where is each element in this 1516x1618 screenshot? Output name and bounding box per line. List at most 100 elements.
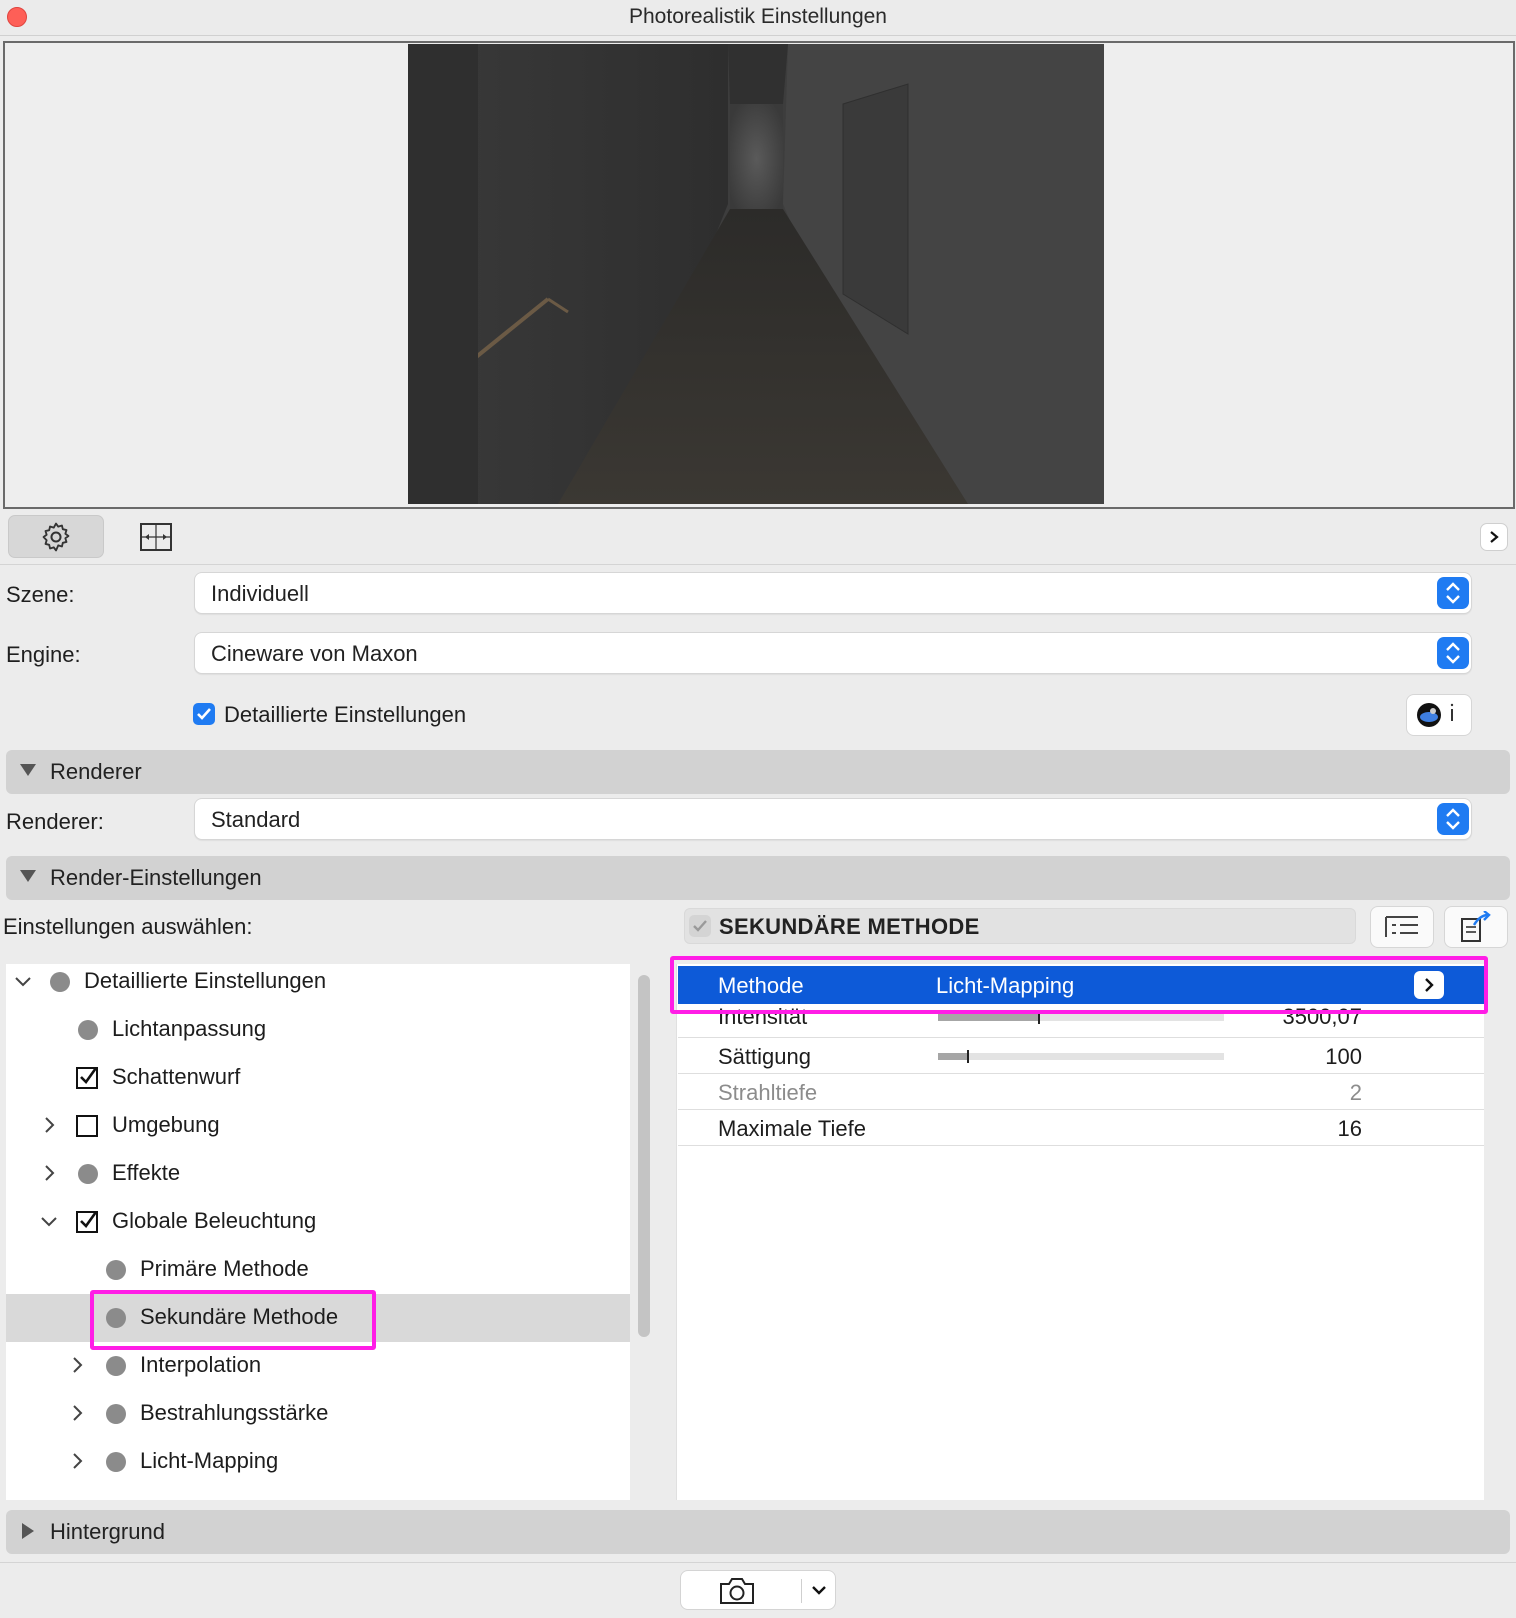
tree-item-label: Interpolation (140, 1352, 262, 1377)
tree-item-label: Schattenwurf (112, 1064, 241, 1089)
tree-item-label: Bestrahlungsstärke (140, 1400, 329, 1425)
chevron-down-icon[interactable] (811, 1585, 827, 1597)
tree-item-label: Umgebung (112, 1112, 220, 1137)
render-settings-section-header[interactable]: Render-Einstellungen (6, 856, 1510, 900)
chevron-right-icon[interactable] (44, 1116, 56, 1134)
renderer-select[interactable]: Standard (194, 798, 1472, 840)
tree-item-detailed-settings[interactable]: Detaillierte Einstellungen (6, 958, 630, 1006)
status-dot (106, 1308, 126, 1328)
param-value: Licht-Mapping (936, 973, 1075, 998)
hallway-render (408, 44, 1104, 504)
tree-item-label: Licht-Mapping (140, 1448, 279, 1473)
tab-settings[interactable] (8, 515, 104, 558)
detailed-settings-label: Detaillierte Einstellungen (224, 702, 467, 727)
chevron-right-icon[interactable] (72, 1404, 84, 1422)
param-value[interactable]: 16 (1338, 1116, 1362, 1142)
chevron-right-icon[interactable] (72, 1356, 84, 1374)
background-section-header[interactable]: Hintergrund (6, 1510, 1510, 1554)
tree-item-secondary-method[interactable]: Sekundäre Methode (6, 1294, 630, 1342)
szene-value: Individuell (211, 581, 309, 606)
expand-panel-button[interactable] (1480, 523, 1508, 551)
tree-item-light-mapping[interactable]: Licht-Mapping (6, 1438, 630, 1486)
tree-item-irradiance[interactable]: Bestrahlungsstärke (6, 1390, 630, 1438)
render-settings-section-title: Render-Einstellungen (50, 865, 262, 890)
window-titlebar: Photorealistik Einstellungen (0, 0, 1516, 36)
render-preview-image (408, 44, 1104, 504)
method-options-button[interactable] (1414, 971, 1444, 999)
tree-item-environment[interactable]: Umgebung (6, 1102, 630, 1150)
chevron-right-icon[interactable] (72, 1452, 84, 1470)
intensity-slider[interactable] (938, 1011, 1224, 1024)
stepper-icon (1437, 577, 1469, 609)
section-enable-checkbox[interactable] (689, 915, 711, 937)
chevron-down-icon[interactable] (14, 976, 32, 988)
chevron-down-icon[interactable] (40, 1216, 58, 1228)
param-name: Intensität (718, 1004, 808, 1029)
status-dot (106, 1260, 126, 1280)
divider (0, 564, 1516, 565)
slider-knob[interactable] (1038, 1011, 1040, 1024)
param-row-intensity[interactable]: Intensität 3500,07 (678, 1002, 1484, 1038)
status-dot (106, 1452, 126, 1472)
slider-knob[interactable] (967, 1050, 969, 1063)
list-view-button[interactable] (1370, 906, 1434, 948)
divider (0, 1562, 1516, 1563)
status-dot (106, 1356, 126, 1376)
status-dot (78, 1164, 98, 1184)
tree-item-label: Primäre Methode (140, 1256, 309, 1281)
tab-size[interactable] (132, 515, 180, 558)
cineware-info-button[interactable] (1406, 694, 1472, 736)
engine-label: Engine: (6, 642, 81, 667)
szene-label: Szene: (6, 582, 75, 607)
export-document-icon (1461, 911, 1491, 942)
disclosure-down-icon (20, 870, 36, 882)
slider-fill (938, 1014, 1038, 1021)
param-name: Methode (718, 973, 804, 998)
shadows-checkbox[interactable] (76, 1067, 98, 1089)
render-button[interactable] (680, 1570, 836, 1610)
param-value[interactable]: 2 (1350, 1080, 1362, 1106)
camera-icon (720, 1578, 754, 1604)
tree-item-label: Globale Beleuchtung (112, 1208, 317, 1233)
tree-scrollbar[interactable] (638, 975, 650, 1337)
tree-item-shadows[interactable]: Schattenwurf (6, 1054, 630, 1102)
tree-item-global-illumination[interactable]: Globale Beleuchtung (6, 1198, 630, 1246)
param-row-ray-depth[interactable]: Strahltiefe 2 (678, 1074, 1484, 1110)
select-settings-label: Einstellungen auswählen: (3, 914, 253, 939)
param-row-max-depth[interactable]: Maximale Tiefe 16 (678, 1110, 1484, 1146)
tree-item-label: Sekundäre Methode (140, 1304, 339, 1329)
param-scroll-track (1484, 964, 1510, 1500)
global-illumination-checkbox[interactable] (76, 1211, 98, 1233)
detailed-settings-checkbox[interactable] (193, 703, 215, 725)
saturation-slider[interactable] (938, 1050, 1224, 1063)
param-name: Sättigung (718, 1044, 811, 1069)
close-button[interactable] (7, 7, 27, 27)
tree-item-interpolation[interactable]: Interpolation (6, 1342, 630, 1390)
divider (801, 1579, 802, 1603)
tree-item-primary-method[interactable]: Primäre Methode (6, 1246, 630, 1294)
background-section-title: Hintergrund (50, 1519, 165, 1544)
tree-item-label: Detaillierte Einstellungen (84, 968, 327, 993)
renderer-section-header[interactable]: Renderer (6, 750, 1510, 794)
tree-item-label: Effekte (112, 1160, 181, 1185)
tree-item-light-adjustment[interactable]: Lichtanpassung (6, 1006, 630, 1054)
szene-select[interactable]: Individuell (194, 572, 1472, 614)
renderer-label: Renderer: (6, 809, 104, 834)
param-name: Strahltiefe (718, 1080, 818, 1105)
tree-item-effects[interactable]: Effekte (6, 1150, 630, 1198)
environment-checkbox[interactable] (76, 1115, 98, 1137)
param-value[interactable]: 3500,07 (1282, 1004, 1362, 1030)
export-settings-button[interactable] (1444, 906, 1508, 948)
chevron-right-icon[interactable] (44, 1164, 56, 1182)
list-tree-icon (1385, 916, 1418, 937)
frame-size-icon (140, 522, 172, 551)
renderer-value: Standard (211, 807, 301, 832)
engine-select[interactable]: Cineware von Maxon (194, 632, 1472, 674)
param-row-saturation[interactable]: Sättigung 100 (678, 1038, 1484, 1074)
cineware-logo-icon (1417, 703, 1454, 727)
checkmark-icon (80, 1067, 98, 1085)
param-row-method[interactable]: Methode Licht-Mapping (678, 966, 1484, 1004)
gear-icon (42, 522, 70, 551)
param-value[interactable]: 100 (1325, 1044, 1362, 1070)
chevron-right-icon (1425, 978, 1434, 992)
